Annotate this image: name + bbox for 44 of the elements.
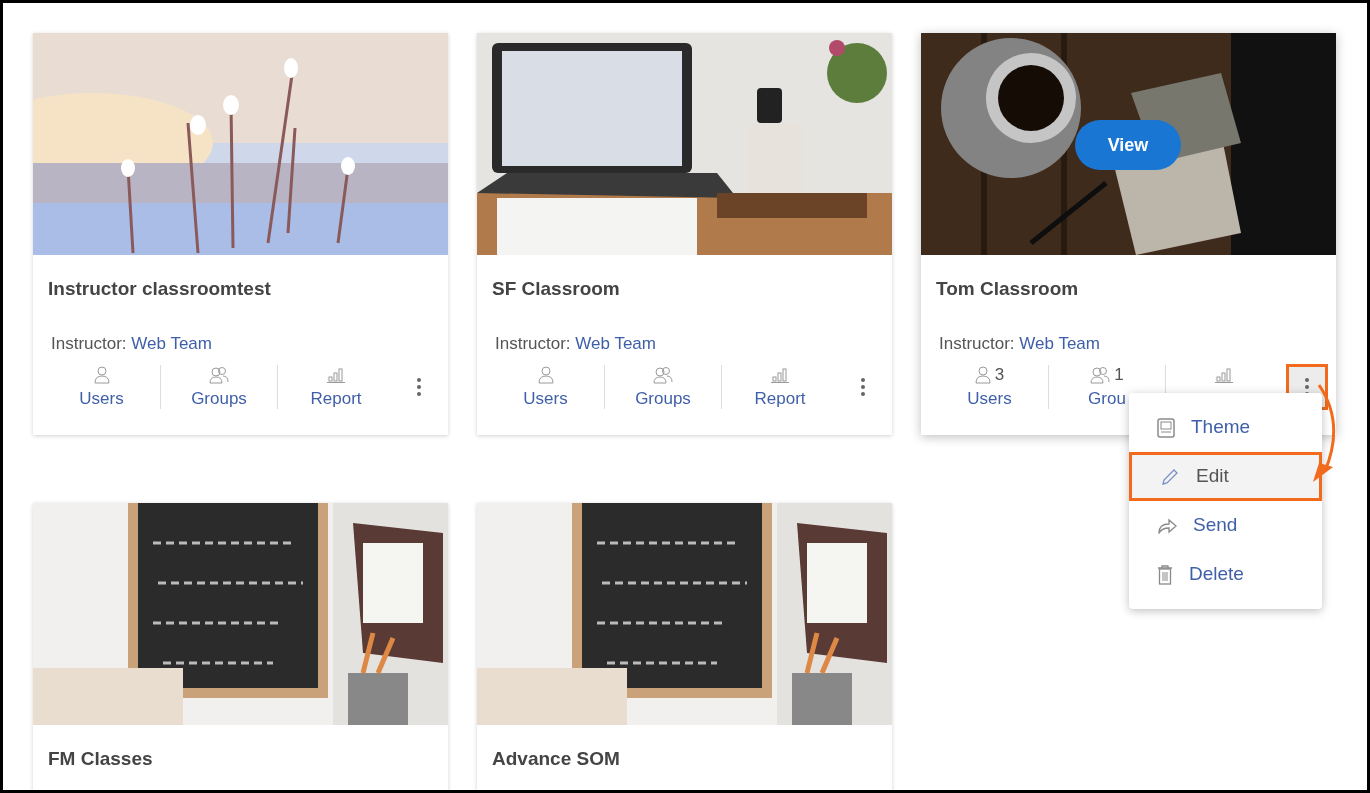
menu-item[interactable]: Send [1129, 501, 1322, 550]
card-title: Advance SOM [492, 747, 621, 771]
trash-icon [1157, 564, 1173, 585]
menu-item[interactable]: Delete [1129, 550, 1322, 599]
card-title: SF Classroom [492, 277, 621, 301]
stat-link[interactable]: Report [310, 388, 362, 409]
stat-link[interactable]: Report [754, 388, 806, 409]
card-title: FM Classes [48, 747, 154, 771]
users-icon [653, 365, 673, 384]
layout-icon [1157, 417, 1175, 438]
stat-link[interactable]: Groups [635, 388, 691, 409]
users-icon [1090, 365, 1111, 384]
instructor-line: Instructor: Web Team [51, 333, 213, 355]
stat-link[interactable]: Groups [191, 388, 247, 409]
classroom-card[interactable]: Advance SOM [477, 503, 892, 790]
menu-item[interactable]: Theme [1129, 403, 1322, 452]
view-button[interactable]: View [1075, 120, 1181, 170]
more-icon [417, 377, 421, 396]
stat-count: 1 [1114, 364, 1124, 385]
user-icon [974, 365, 991, 384]
classroom-card[interactable]: FM Classes [33, 503, 448, 790]
bar-chart-icon [1215, 366, 1233, 383]
instructor-link[interactable]: Web Team [575, 334, 656, 353]
stat-link[interactable]: Users [523, 388, 568, 409]
card-title: Instructor classroomtest [48, 277, 272, 301]
instructor-link[interactable]: Web Team [131, 334, 212, 353]
instructor-line: Instructor: Web Team [495, 333, 657, 355]
user-icon [93, 365, 110, 384]
stat-link[interactable]: Grou [1088, 388, 1126, 409]
menu-item[interactable]: Edit [1129, 452, 1322, 501]
classroom-card[interactable]: Instructor classroomtest Instructor: Web Team Users Groups Report [33, 33, 448, 435]
user-icon [537, 365, 554, 384]
classroom-card[interactable]: SF Classroom Instructor: Web Team Users Groups Report [477, 33, 892, 435]
bar-chart-icon [771, 366, 789, 383]
instructor-line: Instructor: Web Team [939, 333, 1101, 355]
share-arrow-icon [1157, 517, 1177, 534]
stat-link[interactable]: Users [967, 388, 1012, 409]
stat-count: 3 [994, 364, 1005, 385]
card-title: Tom Classroom [936, 277, 1080, 301]
users-icon [209, 365, 229, 384]
stat-link[interactable]: Users [79, 388, 124, 409]
more-icon [861, 377, 865, 396]
bar-chart-icon [327, 366, 345, 383]
instructor-link[interactable]: Web Team [1019, 334, 1100, 353]
